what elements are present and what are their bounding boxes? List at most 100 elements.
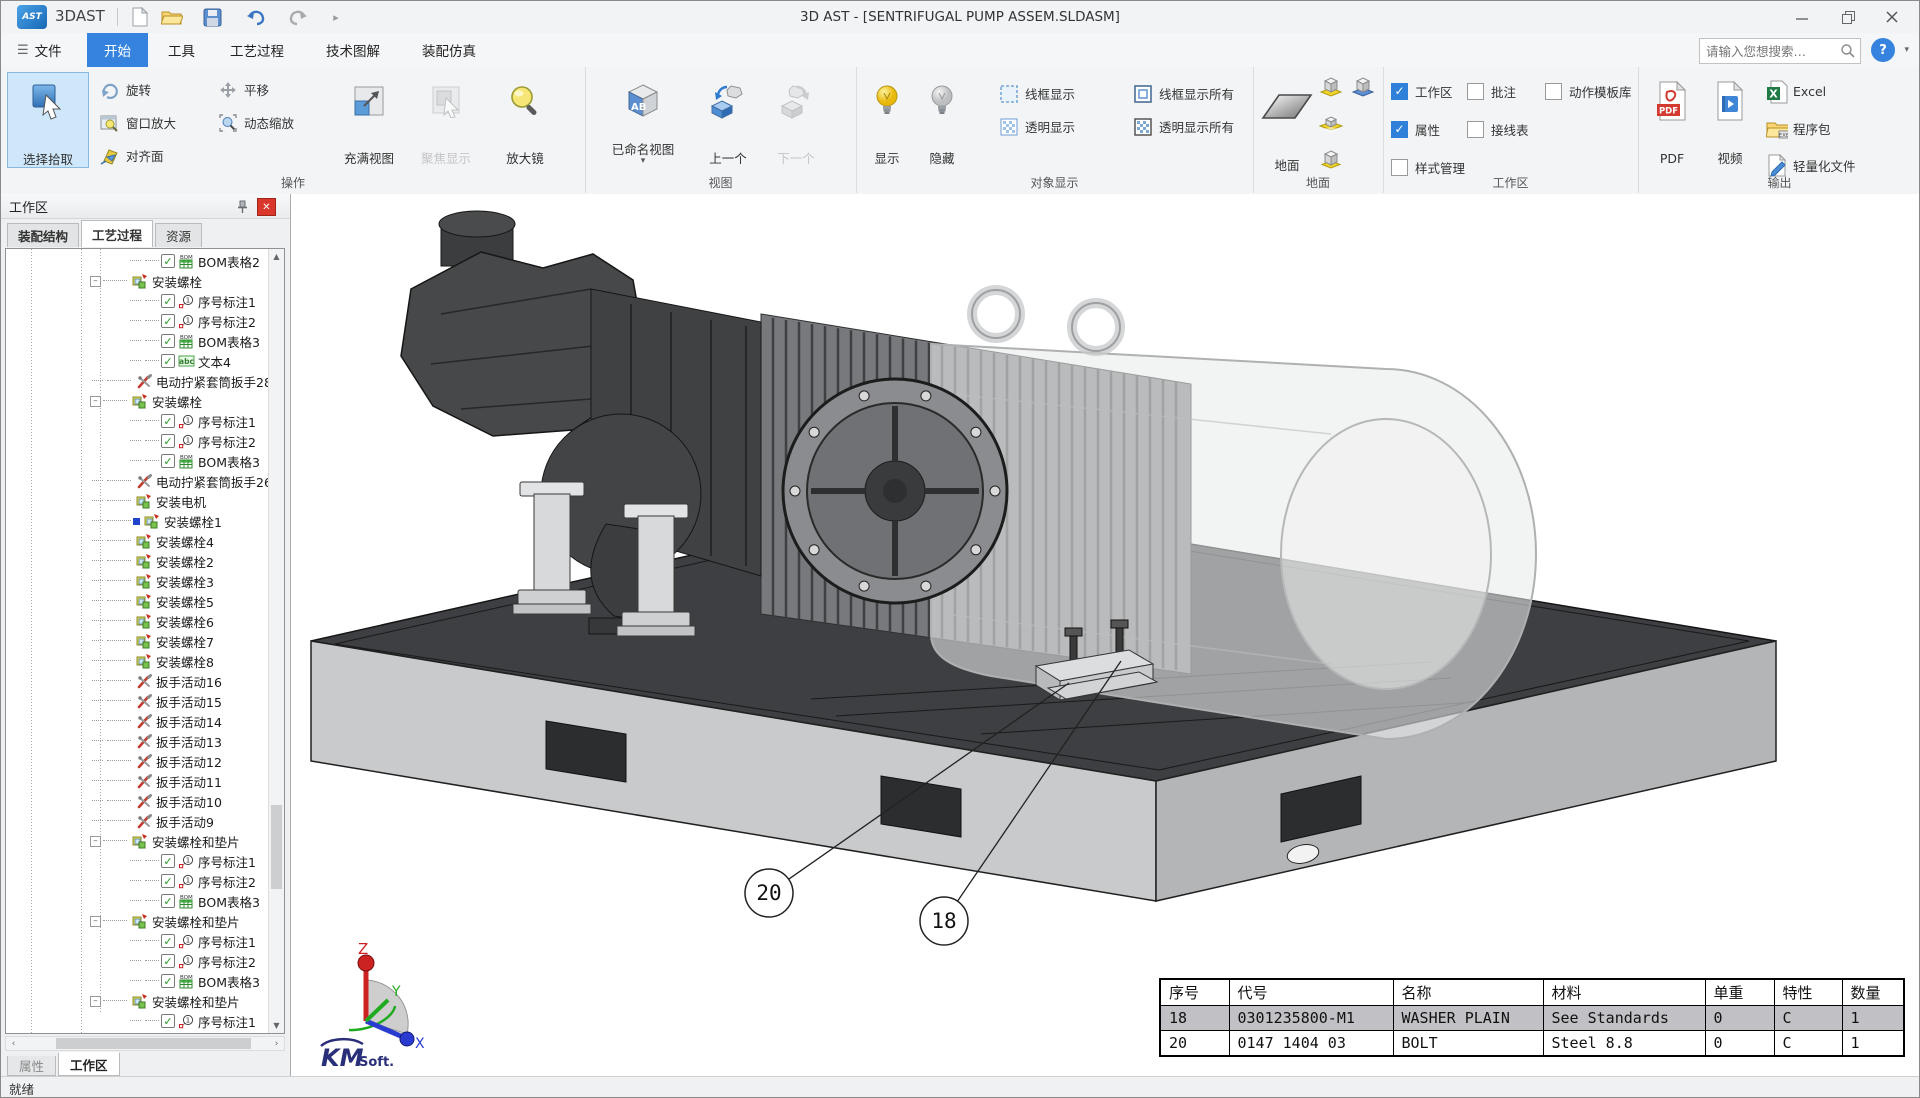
tab-properties[interactable]: 属性 bbox=[7, 1056, 56, 1076]
tree-item[interactable]: 安装螺栓1 bbox=[6, 511, 268, 531]
workspace-toggle[interactable]: ✓工作区 bbox=[1391, 72, 1465, 110]
checkbox-unchecked-icon[interactable] bbox=[1545, 83, 1562, 100]
search-box[interactable] bbox=[1699, 38, 1861, 64]
tree-item[interactable]: ✓1序号标注1 bbox=[6, 851, 268, 871]
select-pick-button[interactable]: 选择拾取 bbox=[7, 72, 89, 168]
ground-cube-yellow-icon[interactable] bbox=[1317, 73, 1345, 101]
undo-button[interactable] bbox=[243, 5, 269, 29]
rotate-button[interactable]: 旋转 bbox=[99, 73, 176, 106]
tree-item[interactable]: ✓abc文本4 bbox=[6, 351, 268, 371]
tree-item[interactable]: ✓1序号标注2 bbox=[6, 951, 268, 971]
export-pdf-button[interactable]: PDF PDF bbox=[1648, 72, 1696, 166]
tree-item[interactable]: ✓BOMBOM表格2 bbox=[6, 251, 268, 271]
ground-button[interactable]: 地面 bbox=[1257, 79, 1317, 173]
search-input[interactable] bbox=[1700, 44, 1840, 59]
tab-tech-illustration[interactable]: 技术图解 bbox=[309, 33, 397, 67]
tree-checkbox-checked[interactable]: ✓ bbox=[161, 454, 175, 468]
align-face-button[interactable]: 对齐面 bbox=[99, 139, 176, 172]
checkbox-checked-icon[interactable]: ✓ bbox=[1391, 121, 1408, 138]
file-menu-button[interactable]: ☰ 文件 bbox=[7, 33, 72, 67]
tree-item[interactable]: 扳手活动16 bbox=[6, 671, 268, 691]
help-caret-icon[interactable]: ▾ bbox=[1904, 45, 1909, 55]
tree-checkbox-checked[interactable]: ✓ bbox=[161, 294, 175, 308]
tree-item[interactable]: ✓1序号标注2 bbox=[6, 871, 268, 891]
tree-collapse-icon[interactable]: – bbox=[90, 396, 101, 407]
checkbox-checked-icon[interactable]: ✓ bbox=[1391, 83, 1408, 100]
scroll-up-icon[interactable]: ▲ bbox=[269, 249, 284, 264]
tab-process[interactable]: 工艺过程 bbox=[213, 33, 301, 67]
tree-checkbox-checked[interactable]: ✓ bbox=[161, 874, 175, 888]
tree-item[interactable]: ✓1序号标注1 bbox=[6, 1011, 268, 1031]
redo-button[interactable] bbox=[285, 5, 311, 29]
tree-checkbox-checked[interactable]: ✓ bbox=[161, 1014, 175, 1028]
export-excel-button[interactable]: X Excel bbox=[1766, 73, 1856, 110]
tree-collapse-icon[interactable]: – bbox=[90, 276, 101, 287]
show-button[interactable]: 显示 bbox=[864, 72, 910, 166]
workspace-toggle[interactable]: 批注 bbox=[1467, 72, 1529, 110]
tree-item[interactable]: –安装螺栓和垫片 bbox=[6, 911, 268, 931]
hide-button[interactable]: 隐藏 bbox=[918, 72, 966, 166]
tree-item[interactable]: ✓BOMBOM表格3 bbox=[6, 891, 268, 911]
tree-item[interactable]: ✓1序号标注1 bbox=[6, 931, 268, 951]
tree-checkbox-checked[interactable]: ✓ bbox=[161, 894, 175, 908]
tree-item[interactable]: 扳手活动13 bbox=[6, 731, 268, 751]
tree-checkbox-checked[interactable]: ✓ bbox=[161, 334, 175, 348]
tree-item[interactable]: ✓1序号标注2 bbox=[6, 311, 268, 331]
tab-process-tree[interactable]: 工艺过程 bbox=[81, 220, 153, 247]
next-view-button[interactable]: 下一个 bbox=[767, 72, 825, 166]
tree-collapse-icon[interactable]: – bbox=[90, 996, 101, 1007]
export-package-button[interactable]: EXE 程序包 bbox=[1766, 110, 1856, 147]
new-file-button[interactable] bbox=[127, 5, 153, 29]
ground-cube-sunken-icon[interactable] bbox=[1317, 109, 1345, 137]
scrollbar-thumb[interactable] bbox=[56, 1038, 251, 1049]
panel-close-button[interactable]: ✕ bbox=[257, 198, 276, 216]
tab-resources[interactable]: 资源 bbox=[155, 223, 202, 247]
ground-cube-small-icon[interactable] bbox=[1317, 145, 1345, 173]
tree-item[interactable]: 安装螺栓5 bbox=[6, 591, 268, 611]
workspace-toggle[interactable]: ✓属性 bbox=[1391, 110, 1465, 148]
tree-item[interactable]: 扳手活动15 bbox=[6, 691, 268, 711]
previous-view-button[interactable]: 上一个 bbox=[699, 72, 757, 166]
focus-display-button[interactable]: 聚焦显示 bbox=[411, 72, 481, 166]
transparent-all-button[interactable]: 透明显示所有 bbox=[1132, 110, 1234, 143]
close-button[interactable] bbox=[1871, 4, 1913, 30]
tab-home[interactable]: 开始 bbox=[87, 33, 148, 67]
tree-item[interactable]: 电动拧紧套筒扳手28 bbox=[6, 371, 268, 391]
tree-collapse-icon[interactable]: – bbox=[90, 916, 101, 927]
tree-item[interactable]: 扳手活动10 bbox=[6, 791, 268, 811]
tree-checkbox-checked[interactable]: ✓ bbox=[161, 254, 175, 268]
tree-item[interactable]: ✓1序号标注1 bbox=[6, 411, 268, 431]
tab-tools[interactable]: 工具 bbox=[151, 33, 212, 67]
tree-item[interactable]: 安装螺栓8 bbox=[6, 651, 268, 671]
transparent-display-button[interactable]: 透明显示 bbox=[998, 110, 1075, 143]
restore-button[interactable] bbox=[1827, 4, 1869, 30]
tree-checkbox-checked[interactable]: ✓ bbox=[161, 414, 175, 428]
tree-checkbox-checked[interactable]: ✓ bbox=[161, 854, 175, 868]
viewport-3d[interactable]: 2018 Z Y X KM Soft. bbox=[291, 194, 1920, 1076]
tree-vertical-scrollbar[interactable]: ▲ ▼ bbox=[268, 249, 284, 1033]
tree-item[interactable]: 安装电机 bbox=[6, 491, 268, 511]
tree-item[interactable]: 安装螺栓7 bbox=[6, 631, 268, 651]
bom-table[interactable]: 序号代号名称材料单重特性数量 180301235800-M1WASHER PLA… bbox=[1159, 978, 1905, 1057]
tree-item[interactable]: –安装螺栓和垫片 bbox=[6, 991, 268, 1011]
checkbox-unchecked-icon[interactable] bbox=[1391, 159, 1408, 176]
tree-item[interactable]: 扳手活动14 bbox=[6, 711, 268, 731]
tree-checkbox-checked[interactable]: ✓ bbox=[161, 934, 175, 948]
tree-item[interactable]: –安装螺栓 bbox=[6, 391, 268, 411]
magnifier-button[interactable]: 放大镜 bbox=[495, 72, 555, 166]
tree-checkbox-checked[interactable]: ✓ bbox=[161, 954, 175, 968]
dynamic-zoom-button[interactable]: 动态缩放 bbox=[217, 106, 294, 139]
save-button[interactable] bbox=[199, 5, 225, 29]
tree-item[interactable]: –安装螺栓和垫片 bbox=[6, 831, 268, 851]
tree-item[interactable]: 安装螺栓2 bbox=[6, 551, 268, 571]
named-view-dropdown-icon[interactable]: ▾ bbox=[641, 157, 646, 166]
tree-item[interactable]: ✓1序号标注2 bbox=[6, 431, 268, 451]
tree-item[interactable]: 电动拧紧套筒扳手26 bbox=[6, 471, 268, 491]
wireframe-all-button[interactable]: 线框显示所有 bbox=[1132, 77, 1234, 110]
fit-view-button[interactable]: 充满视图 bbox=[337, 72, 401, 166]
scroll-left-icon[interactable]: ‹ bbox=[6, 1037, 21, 1050]
tab-assembly-sim[interactable]: 装配仿真 bbox=[405, 33, 493, 67]
tree-checkbox-checked[interactable]: ✓ bbox=[161, 974, 175, 988]
toolbar-more-button[interactable]: ▸ bbox=[323, 5, 349, 29]
tree-item[interactable]: ✓1序号标注1 bbox=[6, 291, 268, 311]
